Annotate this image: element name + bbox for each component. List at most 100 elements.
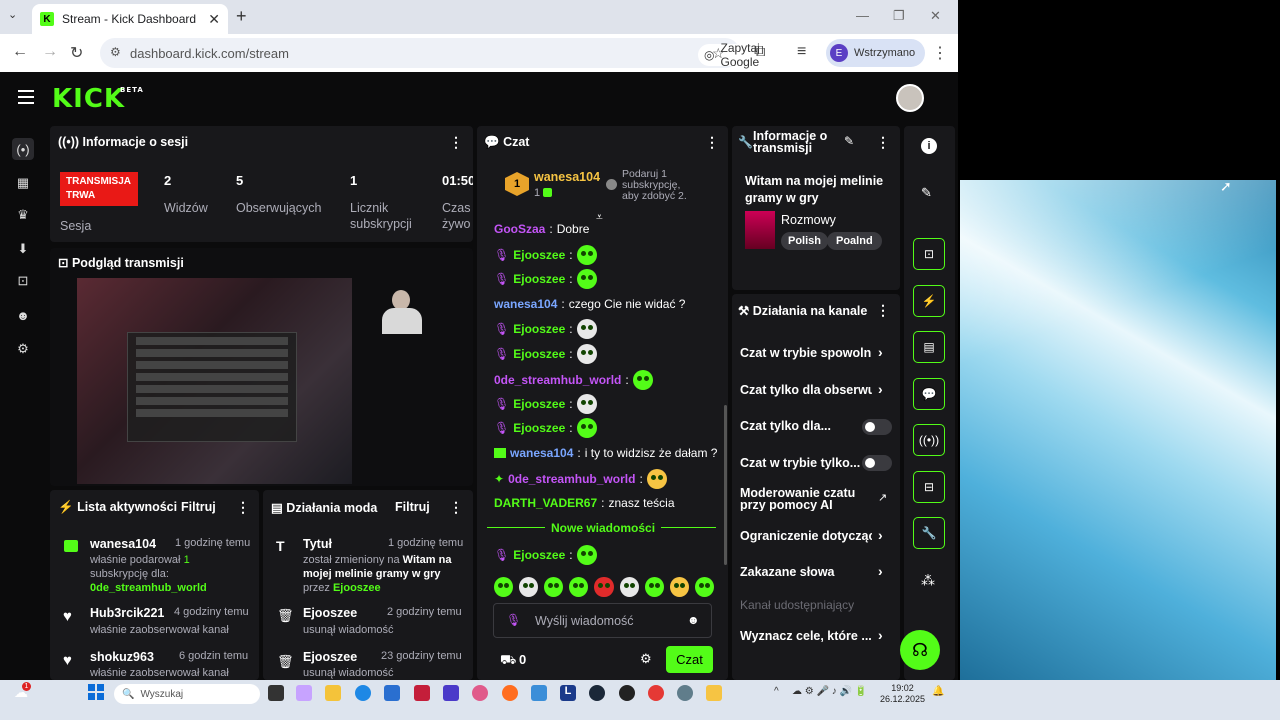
- chat-scrollbar[interactable]: [724, 405, 727, 565]
- chevron-right-icon[interactable]: ›: [878, 344, 883, 360]
- tab-search-icon[interactable]: ⌄: [8, 8, 17, 21]
- activity-filter-button[interactable]: Filtruj: [181, 500, 216, 514]
- stream-preview-video[interactable]: [77, 278, 352, 484]
- info-icon[interactable]: i: [921, 138, 937, 154]
- restore-icon[interactable]: ❐: [893, 8, 905, 24]
- category-name[interactable]: Rozmowy: [781, 213, 836, 227]
- chevron-right-icon[interactable]: ›: [878, 527, 883, 543]
- tag-chip[interactable]: Poalnd: [827, 232, 882, 250]
- gift-cta-text[interactable]: Podaruj 1 subskrypcję, aby zdobyć 2.: [622, 169, 692, 202]
- edge-icon[interactable]: [355, 685, 371, 701]
- session-menu-icon[interactable]: ⋮: [449, 134, 463, 151]
- layout-toggle-button[interactable]: ⊟: [913, 471, 945, 503]
- channel-actions-menu-icon[interactable]: ⋮: [876, 302, 890, 319]
- chevron-right-icon[interactable]: ›: [878, 563, 883, 579]
- extensions-icon[interactable]: ⧉: [754, 43, 765, 61]
- top-gifter-name[interactable]: wanesa104: [534, 170, 600, 184]
- app-icon[interactable]: [443, 685, 459, 701]
- minimize-icon[interactable]: —: [856, 8, 869, 23]
- profile-chip[interactable]: E Wstrzymano: [826, 39, 926, 67]
- emote-icon[interactable]: [544, 577, 564, 597]
- store-icon[interactable]: [384, 685, 400, 701]
- new-messages-label[interactable]: Nowe wiadomości: [545, 521, 662, 535]
- mcafee-icon[interactable]: [414, 685, 430, 701]
- emote-icon[interactable]: [694, 577, 714, 597]
- widgets-icon[interactable]: ⁂: [921, 572, 935, 589]
- steam-icon[interactable]: [589, 685, 605, 701]
- subs-only-toggle[interactable]: [862, 419, 892, 435]
- session-toggle-button[interactable]: ((•)): [913, 424, 945, 456]
- tray-icons[interactable]: ☁ ⚙ 🎤 ♪ 🔊 🔋: [792, 686, 867, 697]
- settings-app-icon[interactable]: [677, 685, 693, 701]
- taskbar-clock[interactable]: 19:02 26.12.2025: [880, 683, 925, 705]
- app-icon[interactable]: [472, 685, 488, 701]
- emote-icon[interactable]: [594, 577, 614, 597]
- url-field[interactable]: ⚙ dashboard.kick.com/stream ◎ Zapytaj Go…: [100, 38, 766, 69]
- settings-icon[interactable]: ⚙: [12, 338, 34, 360]
- stream-info-menu-icon[interactable]: ⋮: [876, 134, 890, 151]
- notifications-icon[interactable]: 🔔: [932, 686, 944, 697]
- banned-words-row[interactable]: Zakazane słowa: [740, 565, 890, 579]
- firefox-icon[interactable]: [502, 685, 518, 701]
- edit-icon[interactable]: ✎: [921, 185, 932, 201]
- send-chat-button[interactable]: Czat: [666, 646, 713, 673]
- back-icon[interactable]: ←: [12, 43, 28, 61]
- external-link-icon[interactable]: ↗: [878, 491, 887, 504]
- community-icon[interactable]: ☻: [12, 304, 34, 326]
- mod-menu-icon[interactable]: ⋮: [449, 499, 463, 516]
- chevron-right-icon[interactable]: ›: [878, 627, 883, 643]
- hamburger-menu-icon[interactable]: [18, 90, 34, 104]
- emote-icon[interactable]: [619, 577, 639, 597]
- mod-filter-button[interactable]: Filtruj: [395, 500, 430, 514]
- trophy-icon[interactable]: ♛: [12, 204, 34, 226]
- forward-icon[interactable]: →: [42, 43, 58, 61]
- browser-tab[interactable]: K Stream - Kick Dashboard ✕: [32, 4, 228, 34]
- site-info-icon[interactable]: ⚙: [110, 45, 121, 59]
- chrome-icon[interactable]: [648, 685, 664, 701]
- emote-only-toggle[interactable]: [862, 455, 892, 471]
- copilot-icon[interactable]: [296, 685, 312, 701]
- chat-menu-icon[interactable]: ⋮: [705, 134, 719, 151]
- bookmark-star-icon[interactable]: ☆: [712, 45, 725, 62]
- followers-only-row[interactable]: Czat tylko dla obserwujących: [740, 383, 872, 397]
- emote-icon[interactable]: [669, 577, 689, 597]
- upload-icon[interactable]: ⬇: [12, 238, 34, 260]
- preview-toggle-button[interactable]: ⊡: [913, 238, 945, 270]
- obs-icon[interactable]: [619, 685, 635, 701]
- reload-icon[interactable]: ↻: [70, 43, 83, 63]
- media-icon[interactable]: ≡: [797, 43, 806, 61]
- restrictions-row[interactable]: Ograniczenie dotyczące: [740, 529, 872, 543]
- stream-icon[interactable]: (•): [12, 138, 34, 160]
- window-close-icon[interactable]: ✕: [930, 8, 941, 24]
- task-view-icon[interactable]: [268, 685, 284, 701]
- emote-icon[interactable]: [494, 577, 514, 597]
- tab-close-icon[interactable]: ✕: [208, 11, 220, 28]
- analytics-icon[interactable]: ▦: [12, 172, 34, 194]
- activity-toggle-button[interactable]: ⚡: [913, 285, 945, 317]
- chat-toggle-button[interactable]: 💬: [913, 378, 945, 410]
- tray-expand-icon[interactable]: ^: [774, 686, 779, 697]
- file-explorer-icon[interactable]: [325, 685, 341, 701]
- goals-row[interactable]: Wyznacz cele, które ...: [740, 629, 872, 643]
- mail-icon[interactable]: [531, 685, 547, 701]
- chevron-right-icon[interactable]: ›: [878, 381, 883, 397]
- collapse-icon[interactable]: ⩡: [596, 210, 603, 225]
- emoji-picker-icon[interactable]: ☻: [687, 613, 700, 627]
- taskbar-search[interactable]: 🔍 Wyszukaj: [114, 684, 260, 704]
- chat-settings-icon[interactable]: ⚙: [640, 651, 652, 667]
- slow-mode-row[interactable]: Czat w trybie spowolnionym: [740, 346, 872, 360]
- support-headset-button[interactable]: ☊: [900, 630, 940, 670]
- windows-start-icon[interactable]: [88, 684, 104, 700]
- user-avatar[interactable]: [896, 84, 924, 112]
- mod-actions-toggle-button[interactable]: ▤: [913, 331, 945, 363]
- tools-toggle-button[interactable]: 🔧: [913, 517, 945, 549]
- screen-icon[interactable]: ⊡: [12, 270, 34, 292]
- tag-chip[interactable]: Polish: [781, 232, 829, 250]
- viewers-list-icon[interactable]: ⛟: [500, 652, 516, 670]
- edit-pencil-icon[interactable]: ✎: [844, 134, 854, 148]
- emote-icon[interactable]: [569, 577, 589, 597]
- emote-icon[interactable]: [519, 577, 539, 597]
- new-tab-icon[interactable]: +: [236, 6, 247, 27]
- browser-menu-icon[interactable]: ⋮: [932, 43, 948, 63]
- activity-menu-icon[interactable]: ⋮: [236, 499, 250, 516]
